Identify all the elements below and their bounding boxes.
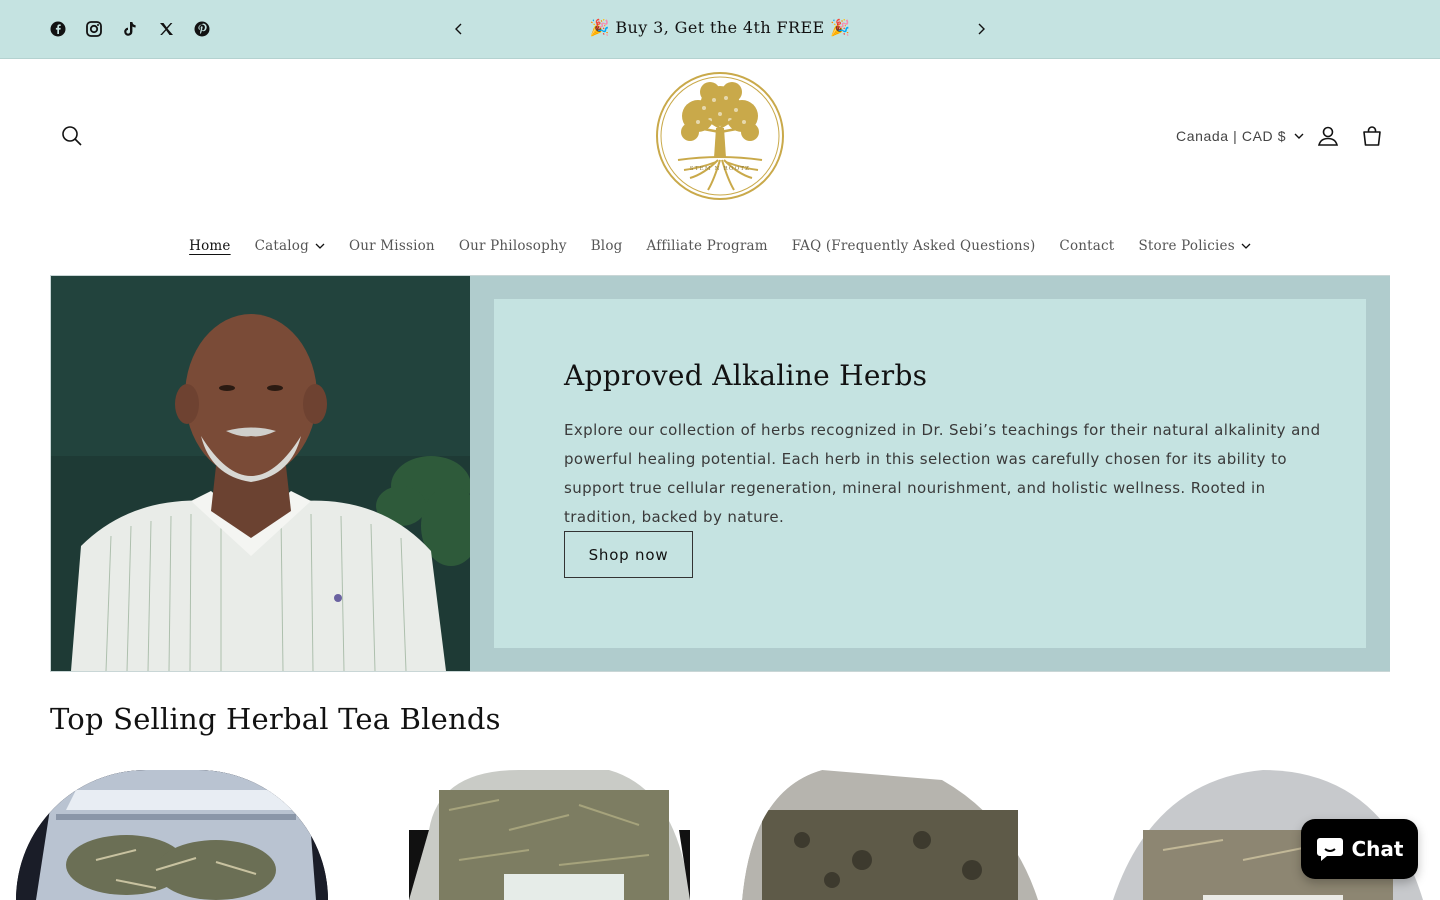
pinterest-icon[interactable] <box>184 14 220 44</box>
nav-item-contact[interactable]: Contact <box>1059 238 1114 254</box>
nav-item-faq[interactable]: FAQ (Frequently Asked Questions) <box>792 238 1036 254</box>
nav-item-label: Affiliate Program <box>646 238 768 254</box>
chat-button[interactable]: Chat <box>1301 819 1418 879</box>
nav-item-label: Contact <box>1059 238 1115 254</box>
nav-item-home[interactable]: Home <box>189 238 231 254</box>
social-links <box>40 14 220 44</box>
search-icon <box>62 126 82 146</box>
product-card[interactable] <box>742 770 1038 900</box>
product-card[interactable] <box>409 770 690 900</box>
instagram-icon[interactable] <box>76 14 112 44</box>
cart-button[interactable] <box>1352 116 1392 156</box>
hero-title: Approved Alkaline Herbs <box>564 359 928 392</box>
nav-item-store-policies[interactable]: Store Policies <box>1138 238 1251 254</box>
store-logo[interactable]: STEM N ROOTZ <box>654 70 786 202</box>
hero-content: Approved Alkaline Herbs Explore our coll… <box>494 299 1366 648</box>
user-icon <box>1317 126 1339 146</box>
chevron-down-icon <box>315 243 325 249</box>
announcement-bar: 🎉 Buy 3, Get the 4th FREE 🎉 <box>0 0 1440 59</box>
nav-item-our-philosophy[interactable]: Our Philosophy <box>459 238 567 254</box>
chevron-right-icon <box>978 23 985 35</box>
product-card[interactable] <box>16 770 328 900</box>
chevron-left-icon <box>455 23 462 35</box>
country-selector[interactable]: Canada | CAD $ <box>1176 122 1304 150</box>
nav-item-label: Catalog <box>254 238 309 254</box>
chevron-down-icon <box>1241 243 1251 249</box>
nav-item-affiliate-program[interactable]: Affiliate Program <box>647 238 768 254</box>
nav-item-label: Blog <box>590 238 623 254</box>
announcement-text: 🎉 Buy 3, Get the 4th FREE 🎉 <box>589 18 851 37</box>
main-nav: Home Catalog Our Mission Our Philosophy … <box>0 232 1440 260</box>
account-button[interactable] <box>1308 116 1348 156</box>
nav-item-our-mission[interactable]: Our Mission <box>349 238 435 254</box>
nav-item-label: Home <box>189 238 231 254</box>
nav-item-catalog[interactable]: Catalog <box>255 238 325 254</box>
search-button[interactable] <box>52 116 92 156</box>
nav-item-label: Our Philosophy <box>458 238 567 254</box>
nav-item-blog[interactable]: Blog <box>591 238 623 254</box>
hero-content-frame: Approved Alkaline Herbs Explore our coll… <box>470 276 1390 671</box>
announcement-prev-button[interactable] <box>444 14 474 44</box>
facebook-icon[interactable] <box>40 14 76 44</box>
nav-item-label: Store Policies <box>1138 238 1235 254</box>
hero-description: Explore our collection of herbs recogniz… <box>564 421 1321 526</box>
chat-bubble-icon <box>1316 838 1343 861</box>
x-icon[interactable] <box>148 14 184 44</box>
logo-text: STEM N ROOTZ <box>690 166 750 172</box>
cart-icon <box>1363 126 1381 146</box>
nav-item-label: Our Mission <box>348 238 435 254</box>
section-title: Top Selling Herbal Tea Blends <box>50 702 501 736</box>
hero-image <box>51 276 470 671</box>
country-label: Canada | CAD $ <box>1176 128 1287 144</box>
chevron-down-icon <box>1294 133 1304 139</box>
tiktok-icon[interactable] <box>112 14 148 44</box>
chat-label: Chat <box>1351 837 1404 861</box>
announcement-next-button[interactable] <box>966 14 996 44</box>
nav-item-label: FAQ (Frequently Asked Questions) <box>791 238 1036 254</box>
shop-now-button[interactable]: Shop now <box>564 531 693 578</box>
hero-banner: Approved Alkaline Herbs Explore our coll… <box>50 275 1390 672</box>
